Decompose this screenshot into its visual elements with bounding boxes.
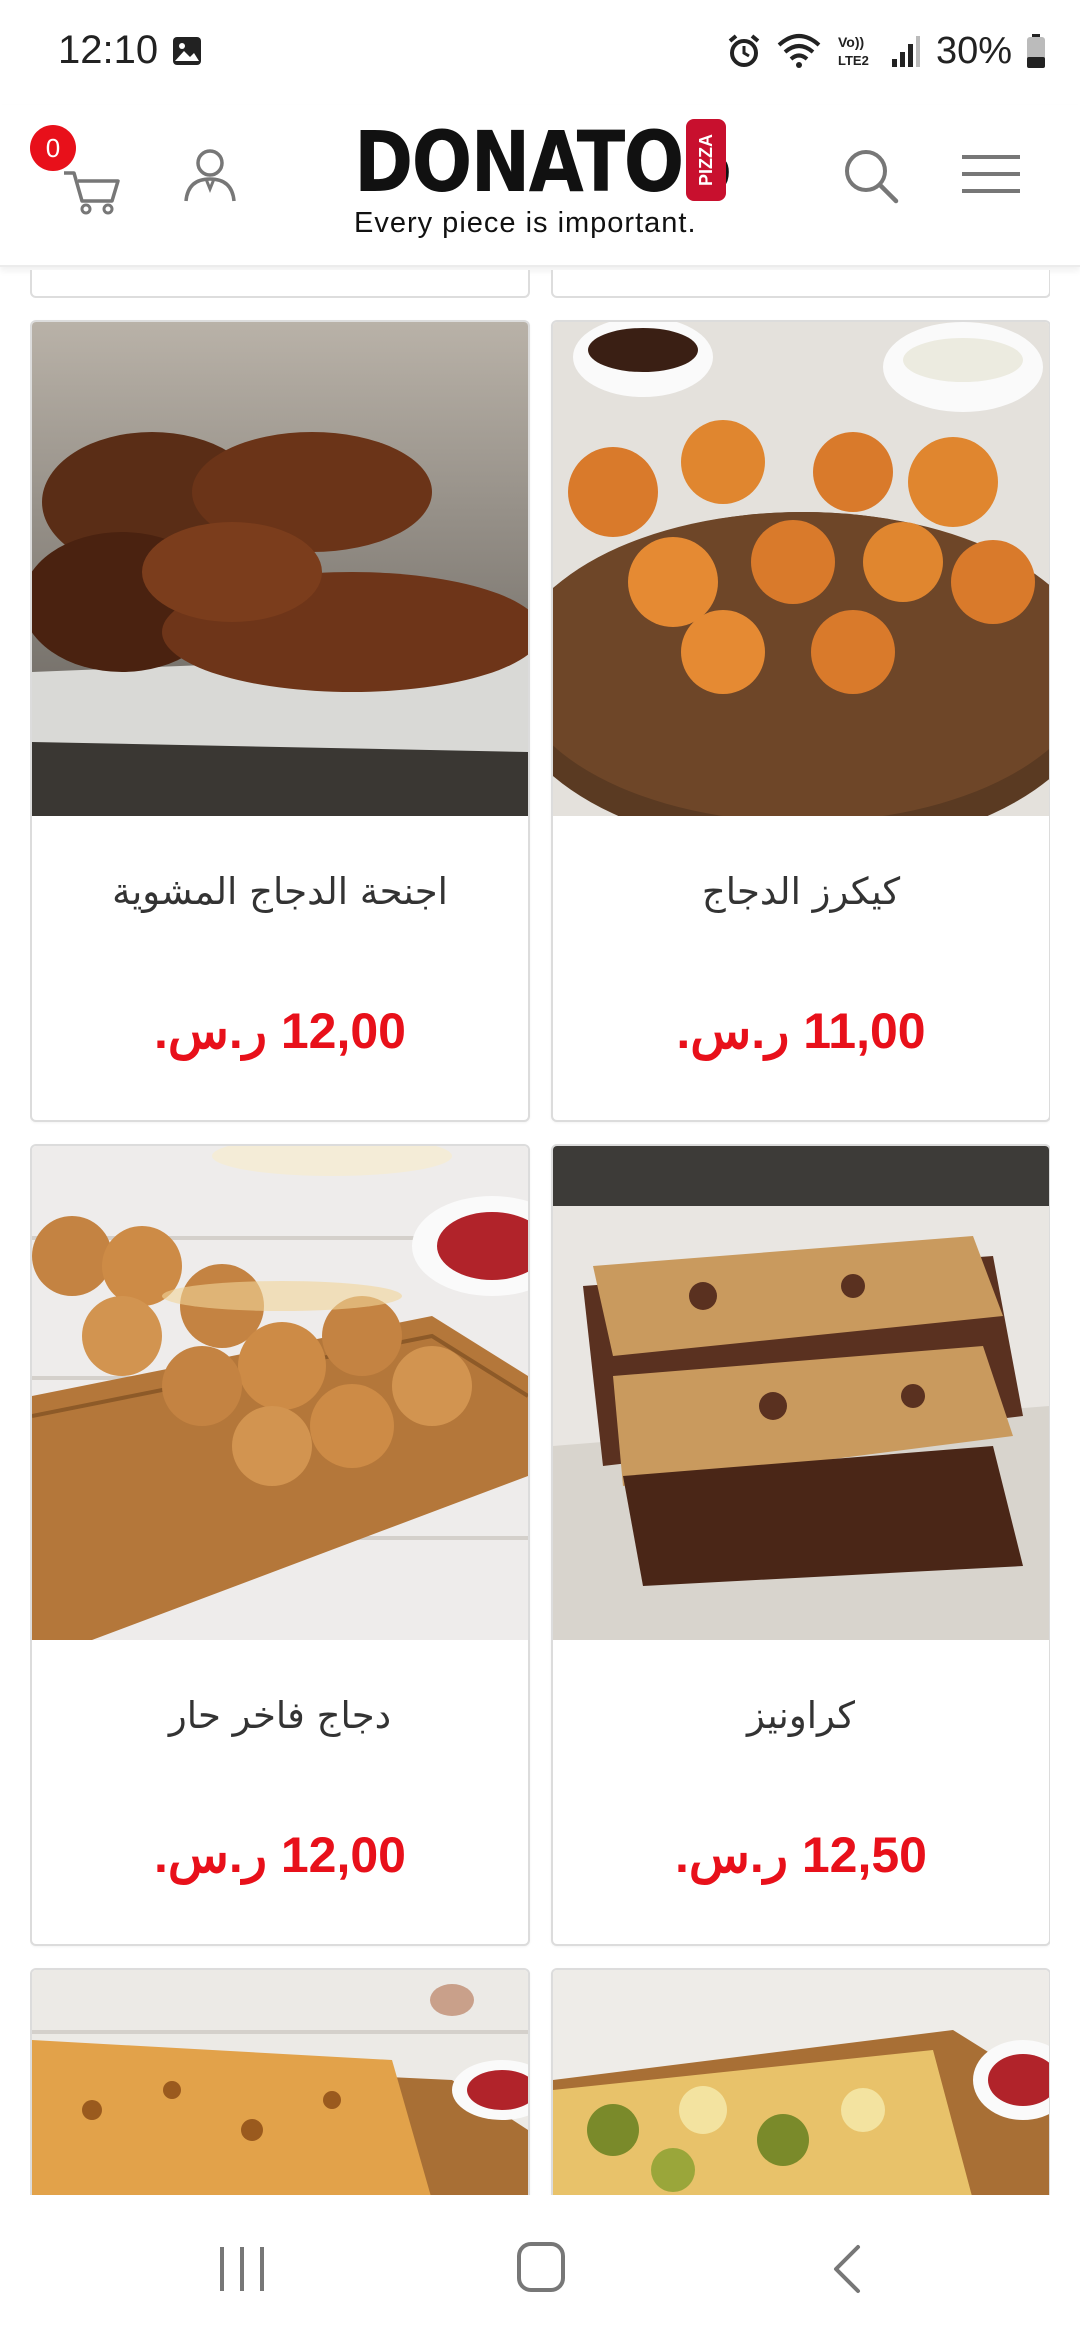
product-price: 12,00 ر.س. [154,1827,406,1883]
product-card-partial[interactable] [551,1968,1050,2200]
svg-text:Vo)): Vo)) [838,34,864,50]
product-name: دجاج فاخر حار [168,1694,392,1737]
product-image [553,1146,1049,1640]
battery-percent: 30% [935,29,1012,72]
status-time: 12:10 [58,28,159,72]
product-image [553,1970,1049,2200]
product-price: 11,00 ر.س. [676,1003,926,1059]
status-bar: 12:10 Vo)) LTE2 30% [0,0,1080,105]
cart-button[interactable]: 0 [30,125,124,215]
alarm-icon [728,34,760,67]
image-icon [173,37,201,65]
product-card[interactable]: كراونيز 12,50 ر.س. [551,1144,1050,1946]
product-image [32,1970,528,2200]
logo-pizza-badge: PIZZA [686,119,726,201]
product-name: اجنحة الدجاج المشوية [112,870,448,913]
product-card[interactable]: دجاج فاخر حار 12,00 ر.س. [30,1144,530,1946]
wifi-icon [777,34,821,68]
donatos-logo[interactable]: DONATOS PIZZA Every piece is important. [350,113,734,263]
logo-tagline: Every piece is important. [354,207,697,239]
user-icon[interactable] [180,143,240,207]
cart-icon [64,171,120,215]
product-price: 12,50 ر.س. [675,1827,927,1883]
recent-apps-icon[interactable] [216,2245,268,2293]
search-icon[interactable] [842,147,900,205]
product-card-partial[interactable] [30,270,530,298]
svg-text:LTE2: LTE2 [838,53,869,68]
cart-count-badge: 0 [30,125,76,171]
product-card[interactable]: اجنحة الدجاج المشوية 12,00 ر.س. [30,320,530,1122]
product-name: كيكرز الدجاج [701,870,901,913]
battery-icon [1027,34,1045,68]
back-icon[interactable] [828,2243,864,2295]
product-card-partial[interactable] [551,270,1050,298]
product-name: كراونيز [746,1694,856,1737]
volte-icon: Vo)) LTE2 [838,34,869,68]
product-image [553,322,1049,852]
app-header: 0 DONATOS PIZZA Every piece is important… [0,105,1080,267]
logo-wordmark: DONATOS [354,113,734,211]
product-price: 12,00 ر.س. [154,1003,406,1059]
product-image [32,1146,528,1640]
home-icon[interactable] [516,2241,566,2293]
system-nav-bar [0,2195,1080,2340]
product-grid: اجنحة الدجاج المشوية 12,00 ر.س. كيكرز ال… [30,270,1050,2200]
product-image [32,322,528,816]
product-card[interactable]: كيكرز الدجاج 11,00 ر.س. [551,320,1050,1122]
hamburger-menu-icon[interactable] [960,151,1022,197]
product-card-partial[interactable] [30,1968,530,2200]
signal-icon [891,36,920,67]
status-icons: Vo)) LTE2 30% [726,26,1046,76]
